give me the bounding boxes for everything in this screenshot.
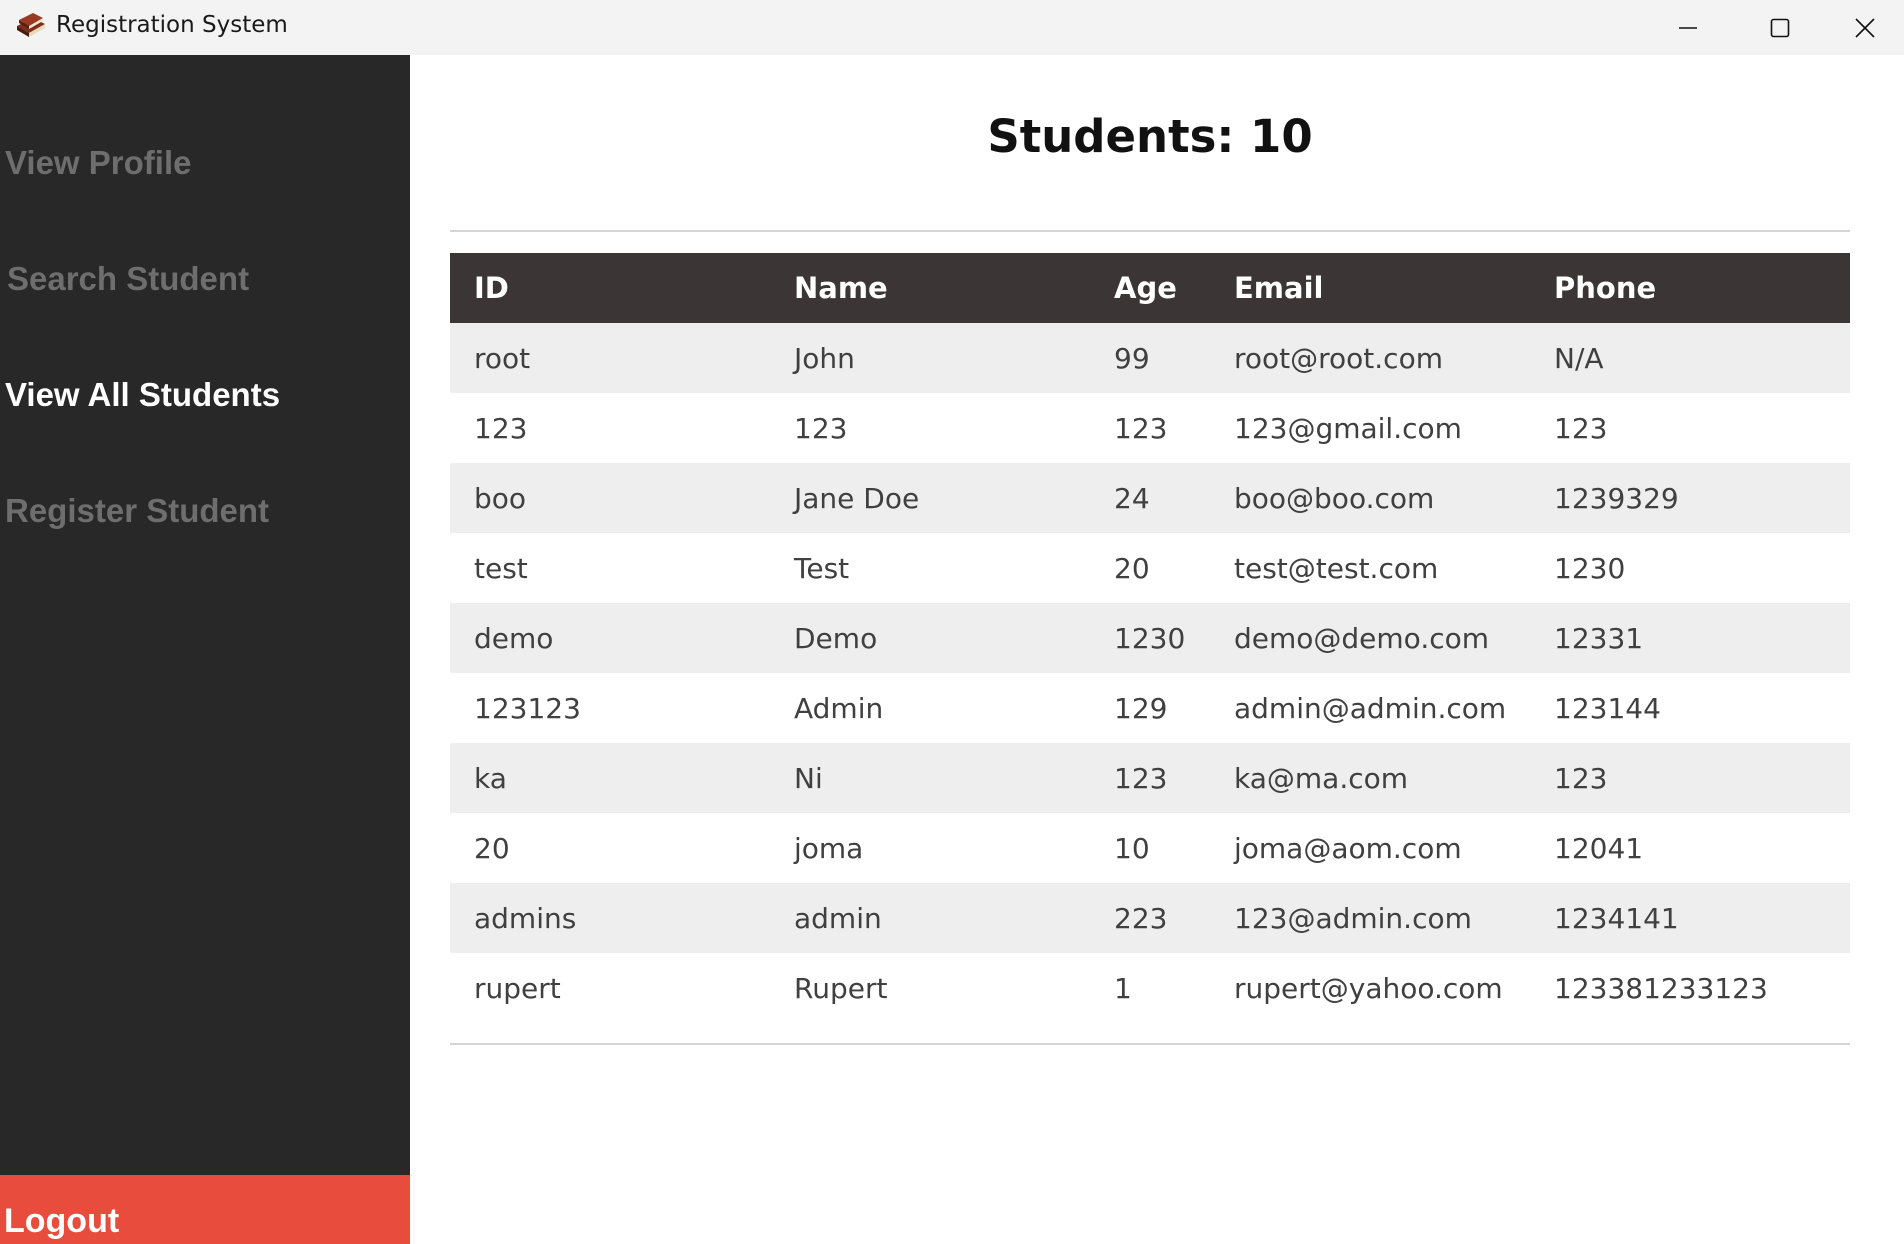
- sidebar-item-view-all-students[interactable]: View All Students: [0, 340, 410, 456]
- window-title: Registration System: [56, 12, 288, 38]
- sidebar-item-label: View All Students: [5, 376, 281, 413]
- title-bar: Registration System: [0, 0, 1904, 55]
- cell-age: 99: [1090, 323, 1210, 393]
- cell-age: 223: [1090, 883, 1210, 953]
- cell-email: admin@admin.com: [1210, 673, 1530, 743]
- logout-button[interactable]: Logout: [0, 1175, 410, 1244]
- cell-name: Ni: [770, 743, 1090, 813]
- table-row: root John 99 root@root.com N/A: [450, 323, 1850, 393]
- minimize-button[interactable]: [1642, 0, 1734, 55]
- cell-age: 1230: [1090, 603, 1210, 673]
- book-stack-icon: [17, 13, 45, 37]
- logout-label: Logout: [4, 1202, 120, 1240]
- table-row: boo Jane Doe 24 boo@boo.com 1239329: [450, 463, 1850, 533]
- sidebar-item-search-student[interactable]: Search Student: [0, 224, 410, 340]
- sidebar-item-register-student[interactable]: Register Student: [0, 456, 410, 572]
- cell-id: 123: [450, 393, 770, 463]
- cell-name: 123: [770, 393, 1090, 463]
- table-row: 123123 Admin 129 admin@admin.com 123144: [450, 673, 1850, 743]
- cell-age: 1: [1090, 953, 1210, 1023]
- column-header-id: ID: [450, 253, 770, 323]
- cell-id: boo: [450, 463, 770, 533]
- cell-name: Rupert: [770, 953, 1090, 1023]
- close-button[interactable]: [1826, 0, 1904, 55]
- page-title: Students: 10: [987, 110, 1313, 163]
- cell-name: John: [770, 323, 1090, 393]
- column-header-name: Name: [770, 253, 1090, 323]
- maximize-icon: [1770, 18, 1790, 37]
- cell-name: Test: [770, 533, 1090, 603]
- cell-email: 123@gmail.com: [1210, 393, 1530, 463]
- column-header-email: Email: [1210, 253, 1530, 323]
- cell-phone: 123144: [1530, 673, 1850, 743]
- cell-age: 10: [1090, 813, 1210, 883]
- cell-id: demo: [450, 603, 770, 673]
- cell-age: 20: [1090, 533, 1210, 603]
- cell-name: Jane Doe: [770, 463, 1090, 533]
- cell-id: rupert: [450, 953, 770, 1023]
- cell-age: 123: [1090, 743, 1210, 813]
- cell-phone: 123: [1530, 393, 1850, 463]
- divider: [450, 230, 1850, 232]
- cell-name: Demo: [770, 603, 1090, 673]
- cell-email: 123@admin.com: [1210, 883, 1530, 953]
- cell-id: test: [450, 533, 770, 603]
- cell-id: admins: [450, 883, 770, 953]
- cell-id: root: [450, 323, 770, 393]
- sidebar-item-label: View Profile: [5, 144, 192, 181]
- cell-phone: N/A: [1530, 323, 1850, 393]
- cell-phone: 12331: [1530, 603, 1850, 673]
- cell-id: ka: [450, 743, 770, 813]
- cell-email: joma@aom.com: [1210, 813, 1530, 883]
- sidebar-item-label: Register Student: [5, 492, 270, 529]
- cell-name: Admin: [770, 673, 1090, 743]
- column-header-age: Age: [1090, 253, 1210, 323]
- table-row: admins admin 223 123@admin.com 1234141: [450, 883, 1850, 953]
- cell-age: 129: [1090, 673, 1210, 743]
- cell-age: 123: [1090, 393, 1210, 463]
- cell-email: ka@ma.com: [1210, 743, 1530, 813]
- cell-name: joma: [770, 813, 1090, 883]
- maximize-button[interactable]: [1734, 0, 1826, 55]
- cell-id: 123123: [450, 673, 770, 743]
- table-row: ka Ni 123 ka@ma.com 123: [450, 743, 1850, 813]
- main-content: Students: 10 ID Name Age Email Phone roo…: [410, 55, 1904, 1244]
- sidebar: View Profile Search Student View All Stu…: [0, 55, 410, 1244]
- table-header-row: ID Name Age Email Phone: [450, 253, 1850, 323]
- sidebar-item-view-profile[interactable]: View Profile: [0, 108, 410, 224]
- cell-name: admin: [770, 883, 1090, 953]
- cell-phone: 1234141: [1530, 883, 1850, 953]
- divider: [450, 1043, 1850, 1045]
- cell-email: boo@boo.com: [1210, 463, 1530, 533]
- close-icon: [1855, 17, 1875, 38]
- minimize-icon: [1679, 26, 1697, 29]
- table-row: rupert Rupert 1 rupert@yahoo.com 1233812…: [450, 953, 1850, 1023]
- table-row: 123 123 123 123@gmail.com 123: [450, 393, 1850, 463]
- sidebar-item-label: Search Student: [7, 260, 250, 297]
- cell-phone: 123: [1530, 743, 1850, 813]
- table-row: 20 joma 10 joma@aom.com 12041: [450, 813, 1850, 883]
- cell-age: 24: [1090, 463, 1210, 533]
- cell-email: demo@demo.com: [1210, 603, 1530, 673]
- cell-phone: 1230: [1530, 533, 1850, 603]
- cell-id: 20: [450, 813, 770, 883]
- cell-phone: 123381233123: [1530, 953, 1850, 1023]
- cell-email: root@root.com: [1210, 323, 1530, 393]
- column-header-phone: Phone: [1530, 253, 1850, 323]
- cell-email: rupert@yahoo.com: [1210, 953, 1530, 1023]
- cell-email: test@test.com: [1210, 533, 1530, 603]
- table-row: demo Demo 1230 demo@demo.com 12331: [450, 603, 1850, 673]
- cell-phone: 12041: [1530, 813, 1850, 883]
- cell-phone: 1239329: [1530, 463, 1850, 533]
- table-row: test Test 20 test@test.com 1230: [450, 533, 1850, 603]
- students-table: ID Name Age Email Phone root John 99 roo…: [450, 253, 1850, 1023]
